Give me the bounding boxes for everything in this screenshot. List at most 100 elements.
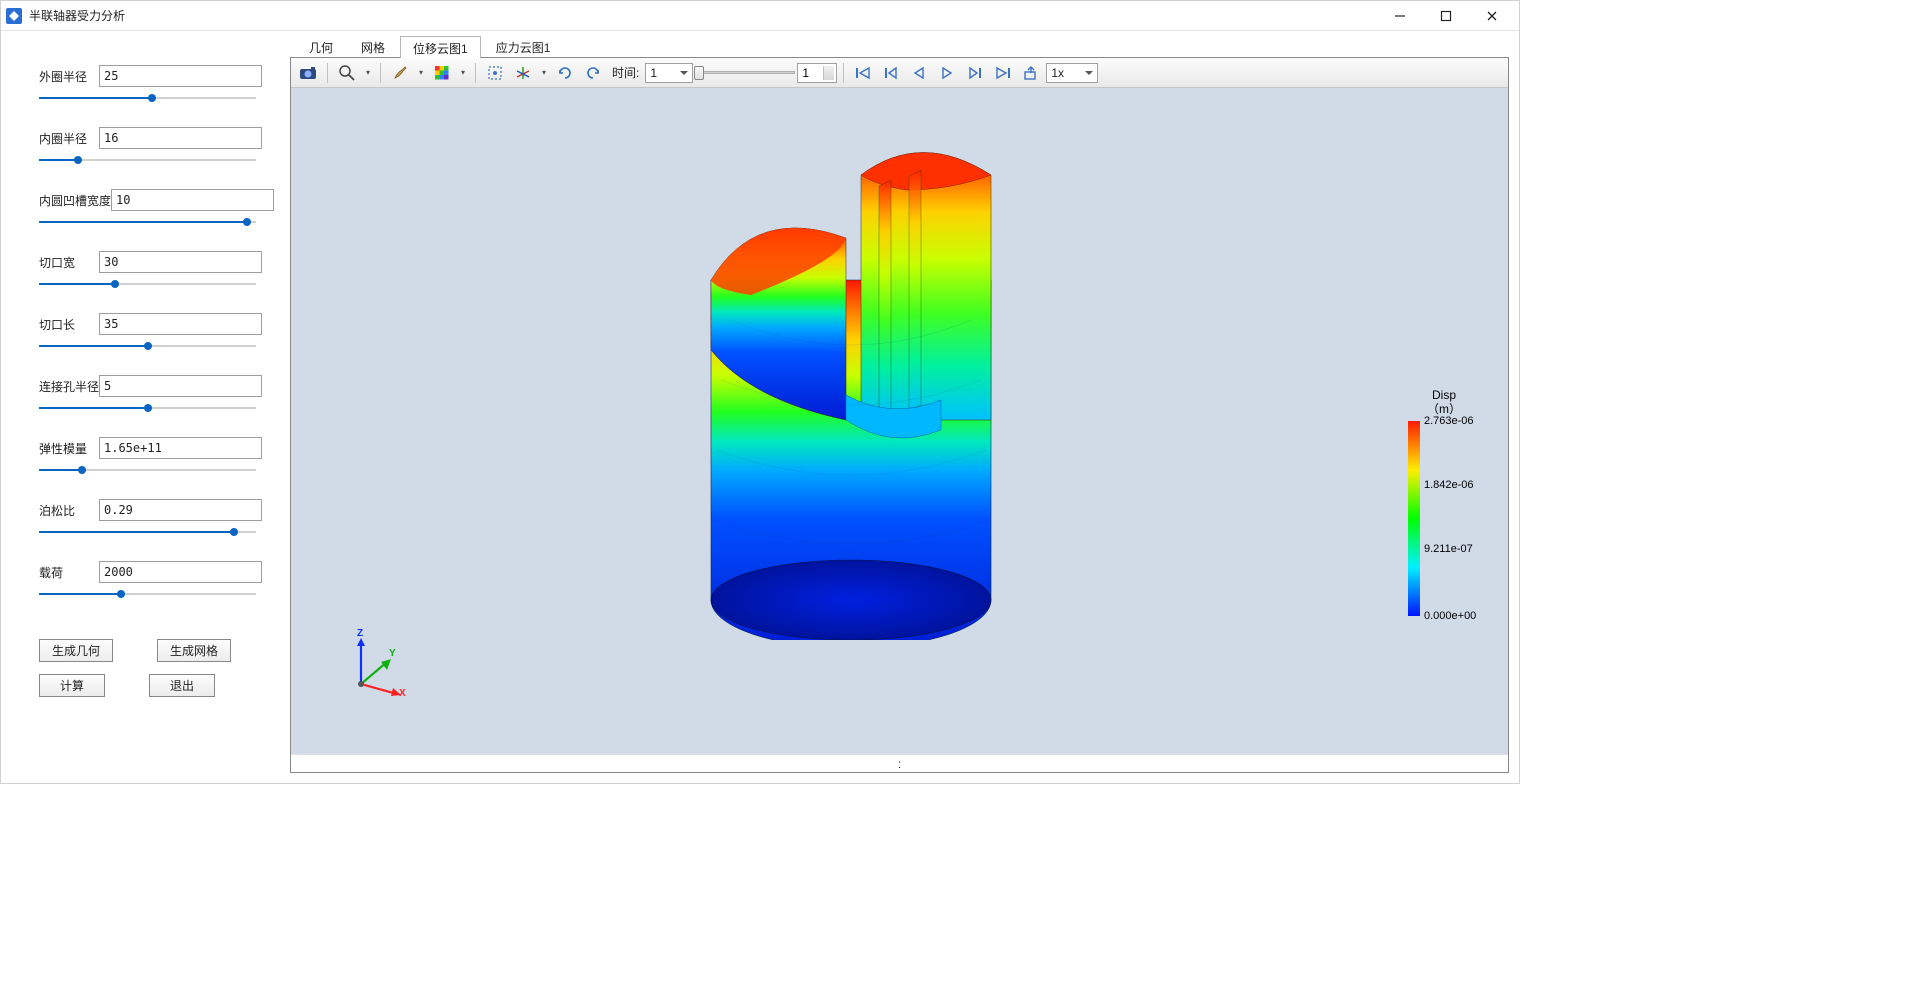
legend-tick: 2.763e-06	[1424, 415, 1474, 427]
legend-tick: 0.000e+00	[1424, 610, 1476, 622]
legend-colorbar	[1408, 421, 1420, 616]
status-footer: :	[291, 754, 1508, 772]
speed-select[interactable]: 1x	[1046, 63, 1098, 83]
param-cut-width: 切口宽	[39, 251, 256, 291]
step-back-icon[interactable]	[906, 61, 932, 85]
param-label: 切口宽	[39, 254, 99, 271]
axis-dropdown-icon[interactable]: ▾	[538, 68, 550, 77]
param-cut-length: 切口长	[39, 313, 256, 353]
tabbar: 几何 网格 位移云图1 应力云图1	[290, 35, 1515, 57]
go-first-icon[interactable]	[850, 61, 876, 85]
app-window: 半联轴器受力分析 外圈半径 内圈半径	[0, 0, 1520, 784]
hole-radius-input[interactable]	[99, 375, 262, 397]
fea-model	[691, 120, 1011, 640]
load-input[interactable]	[99, 561, 262, 583]
tab-stress-cloud[interactable]: 应力云图1	[483, 35, 564, 57]
exit-button[interactable]: 退出	[149, 674, 215, 697]
cut-length-input[interactable]	[99, 313, 262, 335]
colormap-dropdown-icon[interactable]: ▾	[457, 68, 469, 77]
body: 外圈半径 内圈半径 内圆凹槽宽度	[1, 31, 1519, 783]
groove-width-input[interactable]	[111, 189, 274, 211]
orientation-triad: Z Y X	[343, 632, 413, 702]
axis-x-label: X	[399, 688, 406, 699]
time-spin-value: 1	[802, 66, 809, 80]
generate-mesh-button[interactable]: 生成网格	[157, 639, 231, 662]
param-label: 连接孔半径	[39, 378, 99, 395]
time-select[interactable]: 1	[645, 63, 693, 83]
legend-tick: 9.211e-07	[1424, 543, 1473, 555]
go-last-icon[interactable]	[990, 61, 1016, 85]
cut-width-input[interactable]	[99, 251, 262, 273]
tab-mesh[interactable]: 网格	[348, 35, 398, 57]
view-frame: ▾ ▾ ▾ ▾ 时间: 1 1	[290, 57, 1509, 773]
time-select-value: 1	[650, 66, 657, 80]
minimize-button[interactable]	[1377, 1, 1423, 31]
cut-width-slider[interactable]	[39, 277, 256, 291]
param-label: 切口长	[39, 316, 99, 333]
axis-z-label: Z	[357, 628, 363, 639]
param-label: 内圈半径	[39, 130, 99, 147]
param-outer-radius: 外圈半径	[39, 65, 256, 105]
color-legend: Disp （m） 2.763e-06 1.842e-06 9.211e-07 0…	[1408, 388, 1480, 616]
compute-button[interactable]: 计算	[39, 674, 105, 697]
main-area: 几何 网格 位移云图1 应力云图1 ▾ ▾ ▾	[290, 35, 1515, 779]
speed-select-value: 1x	[1051, 66, 1064, 80]
rotate-ccw-icon[interactable]	[580, 61, 606, 85]
zoom-icon[interactable]	[334, 61, 360, 85]
maximize-button[interactable]	[1423, 1, 1469, 31]
param-elastic-modulus: 弹性模量	[39, 437, 256, 477]
tab-geometry[interactable]: 几何	[296, 35, 346, 57]
3d-viewport[interactable]: Z Y X Disp （m） 2.763e-06	[291, 88, 1508, 754]
param-poisson: 泊松比	[39, 499, 256, 539]
axis-y-label: Y	[389, 648, 396, 659]
toolbar: ▾ ▾ ▾ ▾ 时间: 1 1	[291, 58, 1508, 88]
legend-tick: 1.842e-06	[1424, 479, 1474, 491]
elastic-modulus-input[interactable]	[99, 437, 262, 459]
time-label: 时间:	[612, 64, 639, 81]
play-icon[interactable]	[934, 61, 960, 85]
colormap-icon[interactable]	[429, 61, 455, 85]
param-label: 泊松比	[39, 502, 99, 519]
generate-geometry-button[interactable]: 生成几何	[39, 639, 113, 662]
zoom-dropdown-icon[interactable]: ▾	[362, 68, 374, 77]
param-hole-radius: 连接孔半径	[39, 375, 256, 415]
load-slider[interactable]	[39, 587, 256, 601]
export-icon[interactable]	[1018, 61, 1044, 85]
param-groove-width: 内圆凹槽宽度	[39, 189, 256, 229]
step-forward-icon[interactable]	[962, 61, 988, 85]
param-label: 外圈半径	[39, 68, 99, 85]
inner-radius-slider[interactable]	[39, 153, 256, 167]
outer-radius-input[interactable]	[99, 65, 262, 87]
elastic-modulus-slider[interactable]	[39, 463, 256, 477]
legend-title: Disp （m）	[1427, 388, 1461, 417]
cut-length-slider[interactable]	[39, 339, 256, 353]
param-label: 载荷	[39, 564, 99, 581]
hole-radius-slider[interactable]	[39, 401, 256, 415]
camera-icon[interactable]	[295, 61, 321, 85]
time-slider[interactable]	[695, 63, 795, 83]
param-label: 内圆凹槽宽度	[39, 192, 111, 209]
inner-radius-input[interactable]	[99, 127, 262, 149]
rotate-cw-icon[interactable]	[552, 61, 578, 85]
tab-displacement-cloud[interactable]: 位移云图1	[400, 36, 481, 58]
time-spinbox[interactable]: 1	[797, 63, 837, 83]
outer-radius-slider[interactable]	[39, 91, 256, 105]
param-inner-radius: 内圈半径	[39, 127, 256, 167]
brush-dropdown-icon[interactable]: ▾	[415, 68, 427, 77]
legend-title-text: Disp	[1432, 388, 1456, 402]
axis-icon[interactable]	[510, 61, 536, 85]
titlebar: 半联轴器受力分析	[1, 1, 1519, 31]
fit-view-icon[interactable]	[482, 61, 508, 85]
close-button[interactable]	[1469, 1, 1515, 31]
parameter-panel: 外圈半径 内圈半径 内圆凹槽宽度	[5, 35, 290, 779]
poisson-slider[interactable]	[39, 525, 256, 539]
param-load: 载荷	[39, 561, 256, 601]
legend-ticks: 2.763e-06 1.842e-06 9.211e-07 0.000e+00	[1420, 421, 1480, 616]
prev-frame-icon[interactable]	[878, 61, 904, 85]
app-icon	[5, 7, 23, 25]
window-title: 半联轴器受力分析	[29, 7, 125, 24]
poisson-input[interactable]	[99, 499, 262, 521]
param-label: 弹性模量	[39, 440, 99, 457]
groove-width-slider[interactable]	[39, 215, 256, 229]
brush-icon[interactable]	[387, 61, 413, 85]
